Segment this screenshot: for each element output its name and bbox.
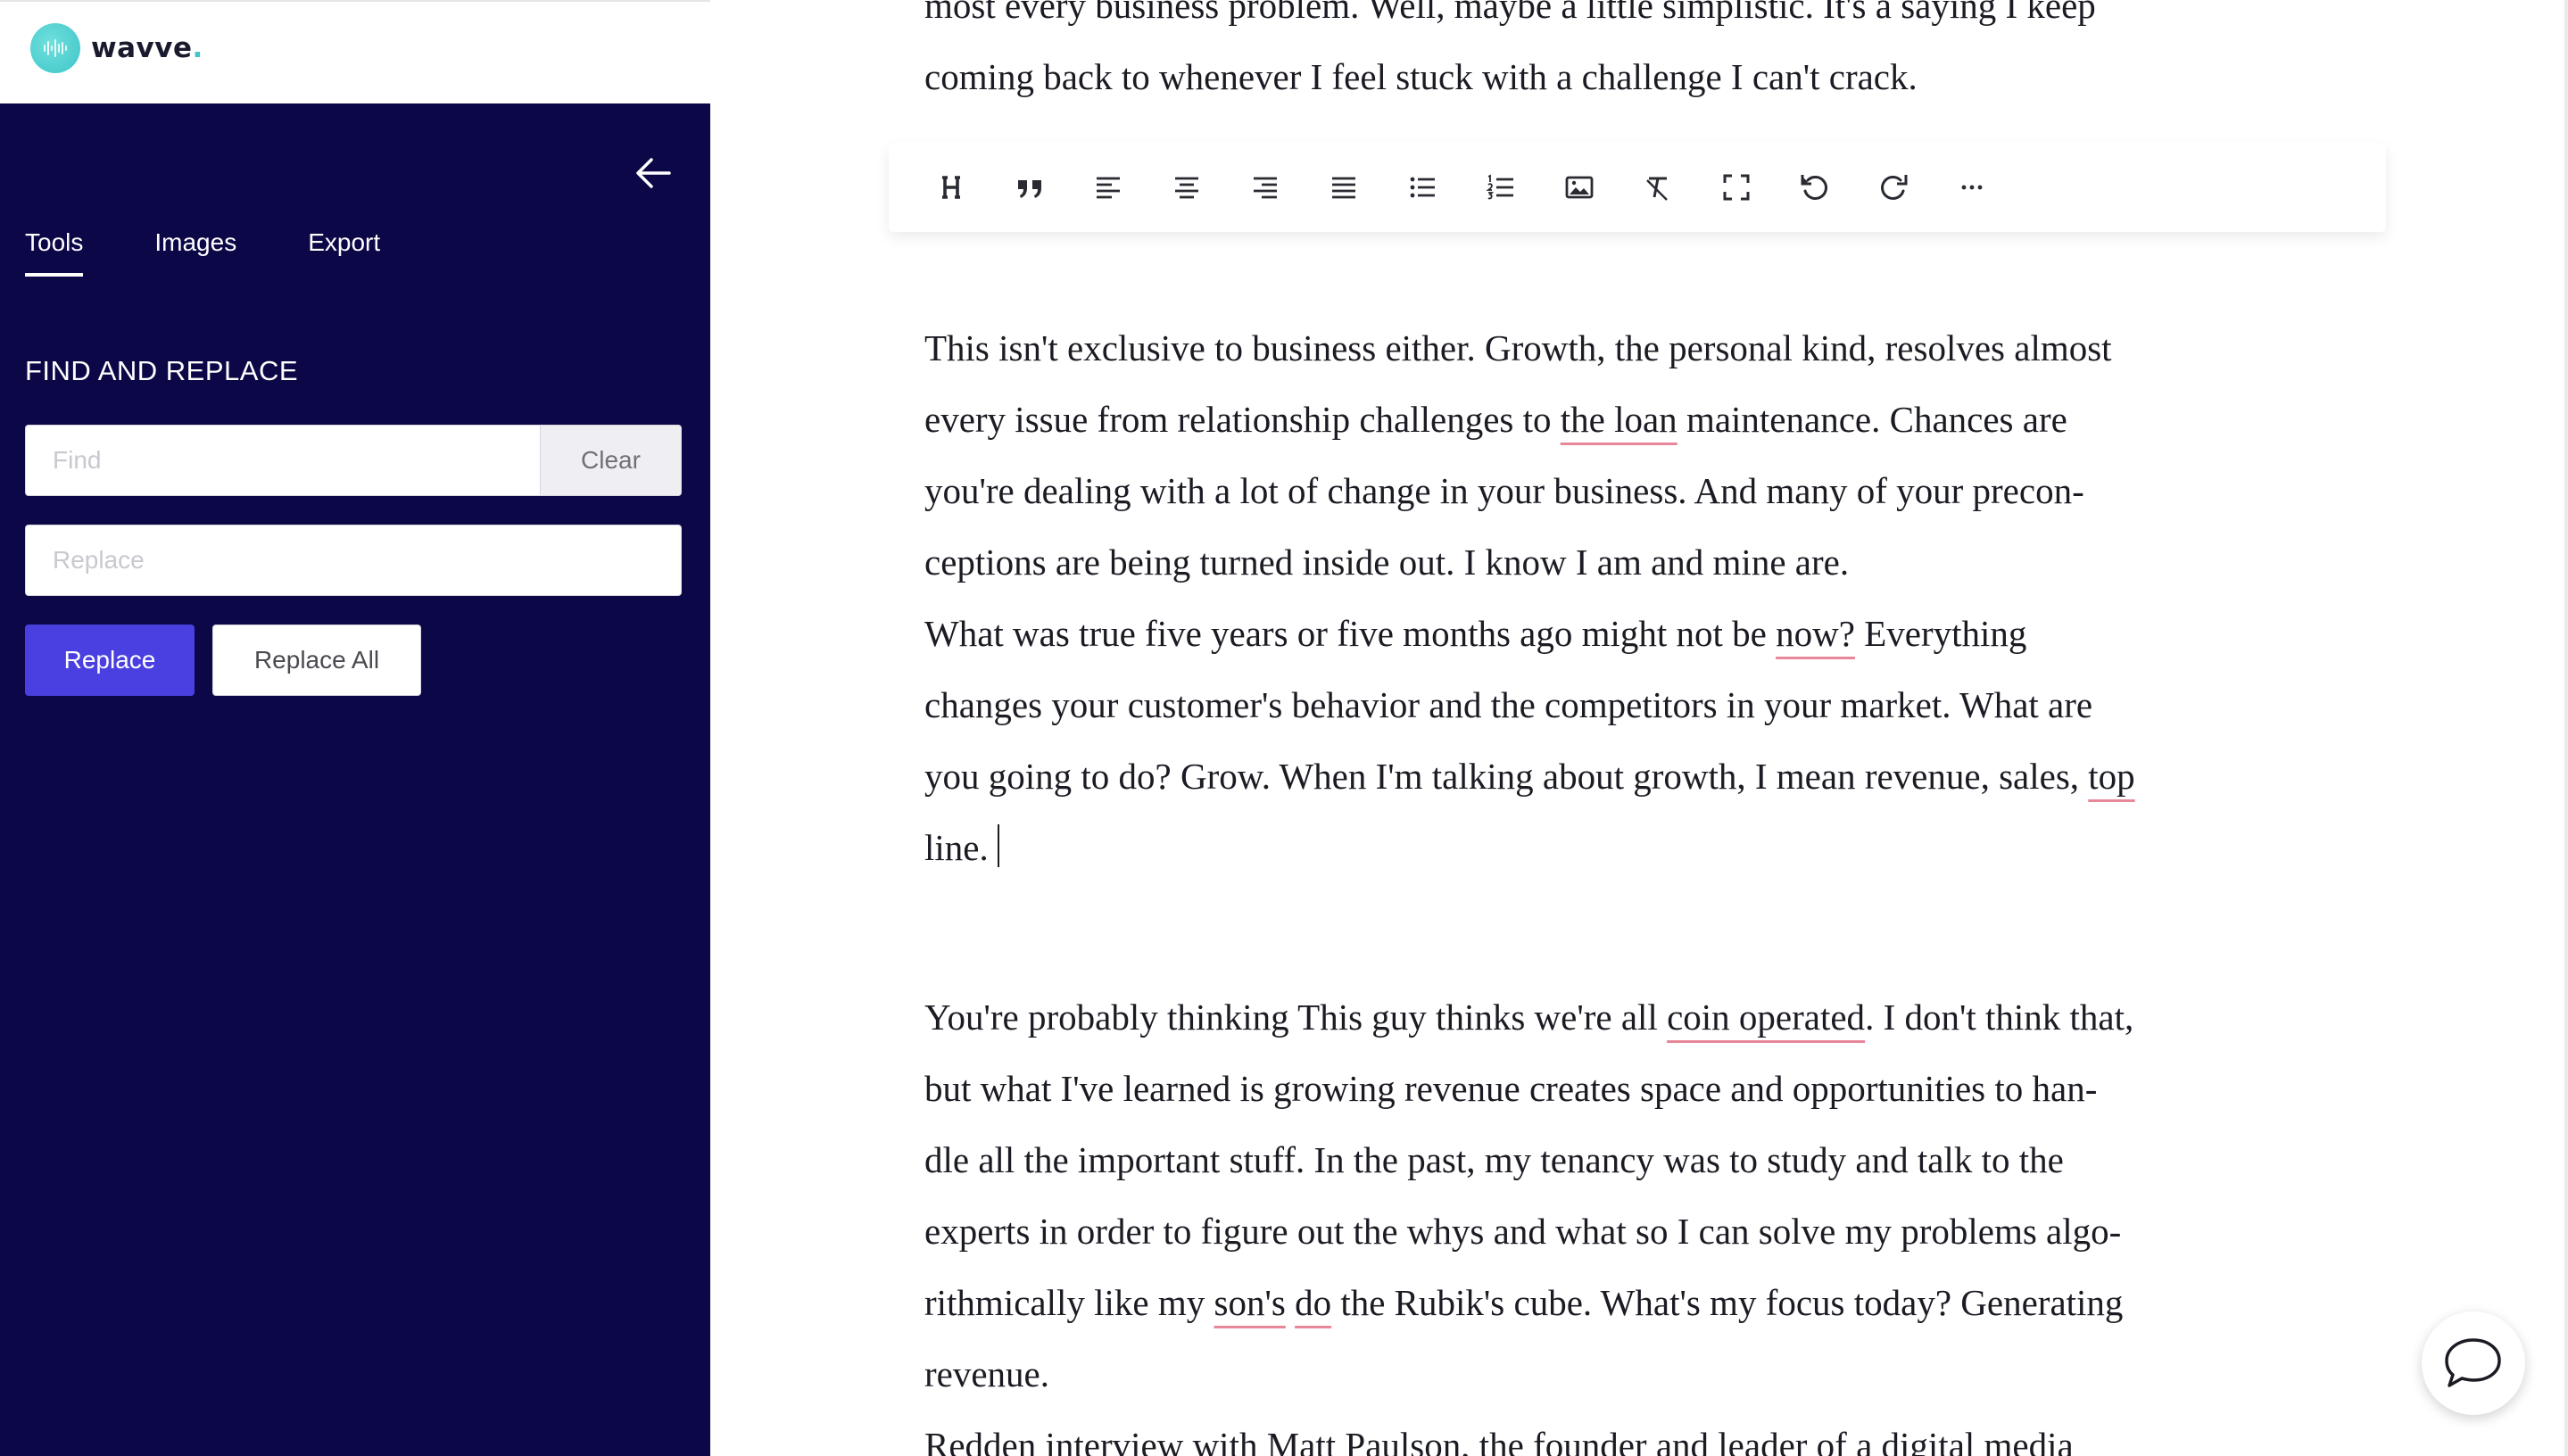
bulleted-list-icon[interactable]: [1383, 148, 1462, 227]
spellcheck-flag[interactable]: now?: [1776, 613, 1855, 654]
spellcheck-flag[interactable]: the loan: [1561, 399, 1677, 440]
text-line: but what I've learned is growing revenue…: [924, 1068, 2098, 1109]
image-icon[interactable]: [1540, 148, 1619, 227]
text-line: This isn't exclusive to business either.…: [924, 327, 2112, 368]
chat-bubble-icon: [2445, 1338, 2501, 1387]
tab-tools[interactable]: Tools: [25, 228, 84, 277]
wavve-logo-icon: [30, 23, 80, 73]
replace-button[interactable]: Replace: [25, 625, 195, 696]
numbered-list-icon[interactable]: [1462, 148, 1540, 227]
text-line: coming back to whenever I feel stuck wit…: [924, 56, 1918, 97]
text-line: you going to do? Grow. When I'm talking …: [924, 756, 2135, 797]
undo-icon[interactable]: [1776, 148, 1854, 227]
text-line: revenue.: [924, 1353, 1049, 1394]
replace-all-button[interactable]: Replace All: [212, 625, 421, 696]
text-line: Redden interview with Matt Paulson, the …: [924, 1425, 2074, 1456]
text-line: What was true five years or five months …: [924, 613, 2027, 654]
text-line: ceptions are being turned inside out. I …: [924, 542, 1850, 583]
tab-images[interactable]: Images: [154, 228, 236, 277]
logo-text: wavve.: [91, 32, 203, 64]
tab-export[interactable]: Export: [308, 228, 380, 277]
app-header: wavve.: [0, 0, 710, 105]
spellcheck-flag[interactable]: coin operated: [1667, 997, 1865, 1038]
logo[interactable]: wavve.: [30, 23, 203, 73]
find-replace-title: FIND AND REPLACE: [25, 355, 299, 386]
scrollbar[interactable]: [2564, 0, 2568, 1456]
find-input[interactable]: [25, 425, 541, 496]
paragraph-intro: most every business problem. Well, maybe…: [924, 0, 2352, 112]
sidebar-tabs: Tools Images Export: [25, 228, 451, 277]
quote-icon[interactable]: [990, 148, 1069, 227]
sidebar: Tools Images Export FIND AND REPLACE Cle…: [0, 103, 710, 1456]
align-center-icon[interactable]: [1147, 148, 1226, 227]
text-line: changes your customer's behavior and the…: [924, 684, 2093, 725]
formatting-toolbar: [889, 143, 2386, 232]
text-line: line.: [924, 812, 2352, 883]
replace-input[interactable]: [25, 525, 682, 596]
text-line: most every business problem. Well, maybe…: [924, 0, 2096, 26]
paragraph-growth: This isn't exclusive to business either.…: [924, 312, 2352, 883]
more-icon[interactable]: [1933, 148, 2011, 227]
text-cursor: [997, 824, 999, 867]
spellcheck-flag[interactable]: do: [1295, 1282, 1331, 1323]
chat-button[interactable]: [2422, 1311, 2525, 1415]
text-line: every issue from relationship challenges…: [924, 399, 2067, 440]
heading-icon[interactable]: [912, 148, 990, 227]
redo-icon[interactable]: [1854, 148, 1933, 227]
clear-button[interactable]: Clear: [541, 425, 682, 496]
spellcheck-flag[interactable]: son's: [1214, 1282, 1286, 1323]
align-justify-icon[interactable]: [1305, 148, 1383, 227]
text-line: dle all the important stuff. In the past…: [924, 1139, 2064, 1180]
editor-area[interactable]: most every business problem. Well, maybe…: [710, 0, 2568, 1456]
back-arrow-icon[interactable]: [634, 153, 673, 193]
fullscreen-icon[interactable]: [1697, 148, 1776, 227]
text-line: you're dealing with a lot of change in y…: [924, 470, 2084, 511]
paragraph-interview: Redden interview with Matt Paulson, the …: [924, 1410, 2352, 1456]
text-line: experts in order to figure out the whys …: [924, 1211, 2122, 1252]
find-row: Clear: [25, 425, 682, 496]
clear-formatting-icon[interactable]: [1619, 148, 1697, 227]
align-right-icon[interactable]: [1226, 148, 1305, 227]
paragraph-coin-operated: You're probably thinking This guy thinks…: [924, 981, 2352, 1410]
text-line: rithmically like my son's do the Rubik's…: [924, 1282, 2124, 1323]
align-left-icon[interactable]: [1069, 148, 1147, 227]
spellcheck-flag[interactable]: top: [2088, 756, 2134, 797]
text-line: You're probably thinking This guy thinks…: [924, 997, 2134, 1038]
